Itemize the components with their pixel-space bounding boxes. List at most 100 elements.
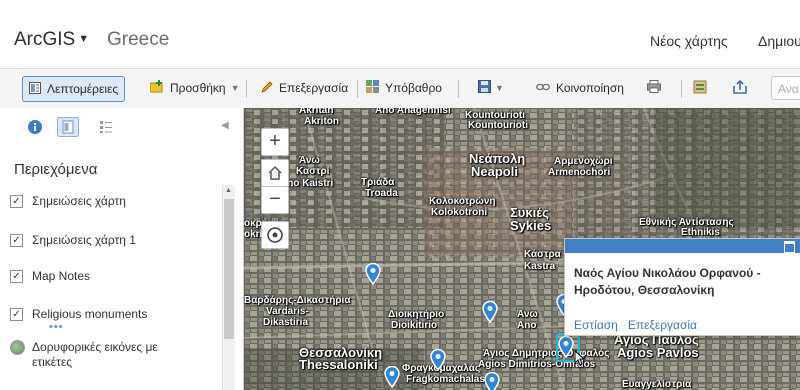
panel-scrollbar[interactable]: ▲ [222, 185, 235, 390]
map-label: Καστρί [296, 166, 330, 177]
share-button[interactable]: Κοινοποίηση [536, 77, 624, 99]
zoom-to-link[interactable]: Εστίαση [574, 318, 618, 332]
home-button[interactable] [261, 159, 289, 187]
monument-marker[interactable] [484, 372, 500, 390]
add-button[interactable]: Προσθήκη ▼ [149, 77, 240, 99]
map-label: Άγιος Δημήτριος-Ομφαλός [483, 348, 610, 359]
popup-title: Ναός Αγίου Νικολάου Ορφανού - Ηροδότου, … [574, 266, 761, 297]
legend-tab-icon[interactable] [99, 120, 113, 139]
monument-marker[interactable] [384, 366, 400, 388]
create-presentation-link[interactable]: Δημιου [758, 33, 800, 49]
caret-down-icon: ▼ [78, 33, 90, 45]
details-button[interactable]: Λεπτομέρειες [22, 76, 126, 102]
layer-item[interactable]: ✓ Map Notes [10, 269, 90, 283]
feature-popup: Ναός Αγίου Νικολάου Ορφανού - Ηροδότου, … [564, 238, 800, 336]
new-map-link[interactable]: Νέος χάρτης [650, 33, 728, 49]
map-label: Akritan [299, 108, 334, 116]
search-input[interactable]: Ανα [771, 76, 800, 100]
layer-label: Religious monuments [32, 307, 148, 321]
map-label: Vardaris- [266, 306, 309, 317]
map-label: Βαρδάρης-Δικαστήρια [244, 295, 351, 306]
map-label: Dikastiria [263, 317, 309, 328]
locate-crosshair-icon [267, 227, 283, 243]
scroll-up-icon[interactable]: ▲ [225, 187, 232, 194]
toolbar-divider [357, 80, 358, 98]
map-label: Sykies [510, 218, 552, 233]
layer-label: Δορυφορικές εικόνες με ετικέτες [32, 340, 158, 369]
locate-button[interactable] [261, 221, 289, 249]
mouse-cursor-icon [574, 350, 586, 366]
map-label: Κάστρα [524, 249, 561, 260]
basemap-layer-item[interactable]: Δορυφορικές εικόνες με ετικέτες [10, 340, 185, 370]
map-label: Ano Anagennisi [375, 108, 451, 116]
details-label: Λεπτομέρειες [47, 82, 119, 96]
layer-checkbox[interactable]: ✓ [10, 234, 23, 247]
map-title: Greece [107, 29, 170, 50]
caret-down-icon: ▼ [495, 83, 504, 93]
toolbar-divider [681, 80, 682, 98]
basemap-globe-icon [10, 340, 25, 355]
share-label: Κοινοποίηση [556, 81, 624, 95]
popup-header [565, 239, 800, 253]
map-label: Troada [365, 188, 398, 199]
map-label: Διοικητήριο [388, 309, 445, 320]
layer-item[interactable]: ✓ Σημειώσεις χάρτη [10, 194, 126, 208]
map-label: Kastra [524, 261, 556, 272]
maximize-popup-icon[interactable] [784, 241, 795, 253]
save-disk-icon [478, 80, 491, 96]
measure-button[interactable] [693, 77, 713, 99]
export-button[interactable] [733, 77, 753, 99]
toolbar: Λεπτομέρειες Προσθήκη ▼ Επεξεργασία Υπόβ… [0, 68, 800, 110]
layer-label: Σημειώσεις χάρτη [32, 194, 126, 208]
layer-item[interactable]: ✓ Σημειώσεις χάρτη 1 [10, 233, 136, 247]
map-label: Kountourioti [468, 120, 528, 131]
layer-checkbox[interactable]: ✓ [10, 270, 23, 283]
scrollbar-thumb[interactable] [224, 199, 234, 339]
map-label: Neapoli [471, 164, 518, 179]
monument-marker[interactable] [365, 263, 381, 285]
monument-marker[interactable] [430, 349, 446, 371]
pencil-icon [261, 80, 273, 96]
brand-label: ArcGIS [14, 29, 76, 50]
map-label: Armenochori [548, 167, 611, 178]
layer-checkbox[interactable]: ✓ [10, 195, 23, 208]
contents-title: Περιεχόμενα [14, 161, 98, 178]
map-label: Thessaloniki [299, 357, 378, 372]
map-label: Ano [517, 320, 537, 331]
basemap-button[interactable]: Υπόβαθρο [366, 77, 442, 99]
more-options-icon[interactable]: ••• [49, 321, 64, 333]
monument-marker[interactable] [482, 301, 498, 323]
printer-icon [647, 80, 661, 96]
arcgis-menu[interactable]: ArcGIS ▼ [14, 29, 89, 51]
edit-button[interactable]: Επεξεργασία [261, 77, 348, 99]
details-icon [29, 81, 41, 97]
layer-item[interactable]: ✓ Religious monuments [10, 307, 147, 321]
zoom-in-button[interactable]: + [261, 128, 289, 156]
toolbar-divider [458, 80, 459, 98]
contents-panel: ◀ Περιεχόμενα ✓ Σημειώσεις χάρτη ✓ Σημει… [0, 108, 244, 390]
measure-icon [693, 80, 707, 97]
popup-actions: Εστίαση Επεξεργασία [574, 318, 707, 332]
layer-label: Σημειώσεις χάρτη 1 [32, 233, 136, 247]
export-icon [733, 79, 747, 97]
save-button[interactable]: ▼ [478, 77, 504, 99]
popup-edit-link[interactable]: Επεξεργασία [628, 318, 697, 332]
layer-label: Map Notes [32, 269, 91, 283]
share-link-icon [536, 81, 550, 95]
add-icon [149, 80, 164, 96]
zoom-out-button[interactable]: − [261, 186, 289, 214]
basemap-label: Υπόβαθρο [385, 81, 442, 95]
map-label: Ευαγγελίστρια [622, 379, 692, 390]
top-header: ArcGIS ▼ Greece Νέος χάρτης Δημιου [0, 0, 800, 78]
map-label: Dioikitirio [391, 320, 438, 331]
contents-tab-icon[interactable] [57, 117, 79, 142]
layer-checkbox[interactable]: ✓ [10, 308, 23, 321]
caret-down-icon: ▼ [230, 83, 240, 93]
about-tab-icon[interactable] [28, 120, 42, 139]
map-label: Fragkomachalas [406, 374, 485, 385]
map-label: Άνω [517, 309, 538, 320]
print-button[interactable] [647, 77, 667, 99]
selected-monument-marker[interactable] [558, 336, 574, 358]
collapse-panel-icon[interactable]: ◀ [221, 120, 229, 131]
map-label: Agios Pavlos [617, 345, 699, 360]
